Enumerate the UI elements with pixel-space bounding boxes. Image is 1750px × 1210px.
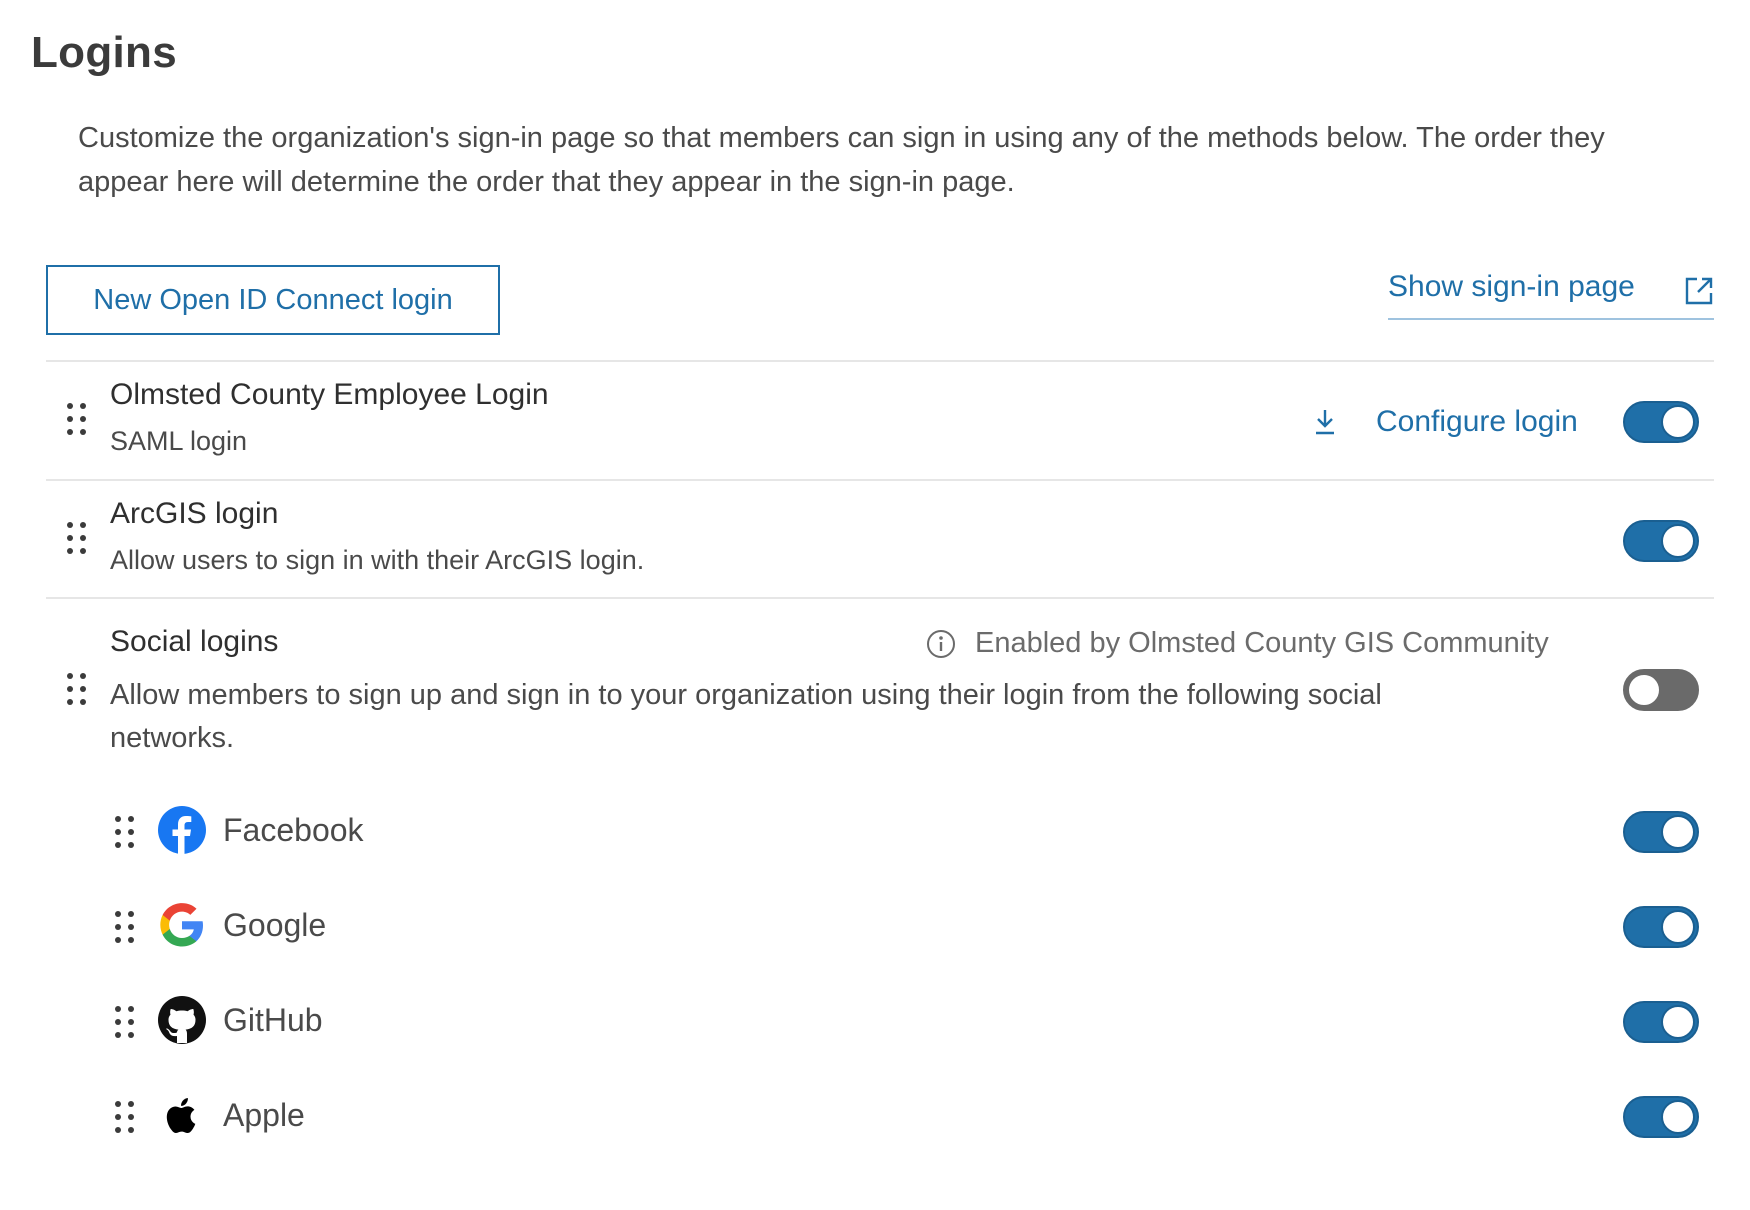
apple-icon — [166, 1098, 196, 1134]
social-item-facebook: Facebook — [115, 804, 1715, 860]
apple-toggle[interactable] — [1623, 1096, 1699, 1138]
toggle-knob — [1661, 815, 1695, 849]
drag-handle-icon[interactable] — [67, 522, 87, 556]
login-subtitle: Allow users to sign in with their ArcGIS… — [110, 545, 645, 575]
page-description: Customize the organization's sign-in pag… — [78, 122, 1605, 198]
social-item-apple: Apple — [115, 1089, 1715, 1145]
external-link-icon — [1685, 277, 1713, 305]
divider — [46, 360, 1714, 362]
github-icon — [158, 996, 206, 1044]
enabled-by-label: Enabled by Olmsted County GIS Community — [975, 627, 1549, 659]
facebook-toggle[interactable] — [1623, 811, 1699, 853]
social-logins-toggle[interactable] — [1623, 669, 1699, 711]
show-signin-page-label: Show sign-in page — [1388, 270, 1635, 303]
arcgis-login-toggle[interactable] — [1623, 520, 1699, 562]
social-name: GitHub — [223, 1002, 323, 1038]
saml-login-toggle[interactable] — [1623, 401, 1699, 443]
toggle-knob — [1627, 673, 1661, 707]
toggle-knob — [1661, 910, 1695, 944]
drag-handle-icon[interactable] — [115, 1006, 135, 1040]
social-item-google: Google — [115, 899, 1715, 955]
divider — [46, 479, 1714, 481]
drag-handle-icon[interactable] — [115, 816, 135, 850]
drag-handle-icon[interactable] — [67, 673, 87, 707]
enabled-by-note: Enabled by Olmsted County GIS Community — [925, 627, 1549, 660]
login-subtitle: Allow members to sign up and sign in to … — [110, 679, 1382, 754]
social-name: Google — [223, 907, 327, 943]
toggle-knob — [1661, 405, 1695, 439]
google-toggle[interactable] — [1623, 906, 1699, 948]
login-subtitle: SAML login — [110, 426, 248, 456]
social-name: Apple — [223, 1097, 305, 1133]
drag-handle-icon[interactable] — [115, 911, 135, 945]
info-icon — [927, 629, 955, 658]
login-title: Olmsted County Employee Login — [110, 378, 549, 411]
toggle-knob — [1661, 1100, 1695, 1134]
new-oidc-login-button[interactable]: New Open ID Connect login — [46, 265, 500, 335]
page-title: Logins — [31, 28, 178, 77]
logins-settings-page: Logins Customize the organization's sign… — [0, 0, 1750, 1210]
toggle-knob — [1661, 524, 1695, 558]
toggle-knob — [1661, 1005, 1695, 1039]
github-toggle[interactable] — [1623, 1001, 1699, 1043]
social-item-github: GitHub — [115, 994, 1715, 1050]
drag-handle-icon[interactable] — [67, 403, 87, 437]
facebook-icon — [158, 806, 206, 854]
configure-login-label: Configure login — [1376, 405, 1578, 438]
login-title: ArcGIS login — [110, 497, 279, 530]
drag-handle-icon[interactable] — [115, 1101, 135, 1135]
download-icon — [1316, 410, 1334, 435]
social-name: Facebook — [223, 812, 364, 848]
divider — [46, 597, 1714, 599]
google-icon — [160, 903, 203, 947]
show-signin-page-link[interactable]: Show sign-in page — [1388, 270, 1714, 320]
configure-login-button[interactable]: Configure login — [1314, 400, 1578, 444]
login-title: Social logins — [110, 625, 279, 658]
